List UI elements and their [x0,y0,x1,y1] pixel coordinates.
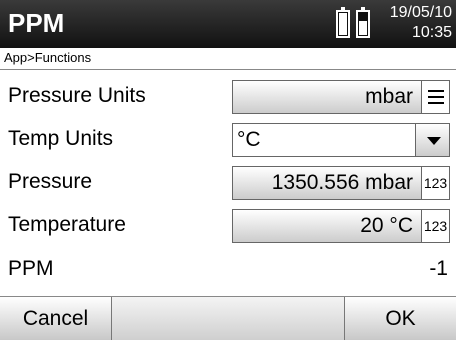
pressure-value: 1350.556 mbar [271,171,413,194]
battery-icon [336,7,350,38]
numeric-keypad-label: 123 [423,175,448,191]
temp-units-label: Temp Units [8,127,114,150]
chevron-down-icon[interactable] [415,124,449,156]
temperature-label: Temperature [8,213,126,236]
temp-units-dropdown[interactable]: °C [232,123,450,157]
temperature-value: 20 °C [360,214,413,237]
breadcrumb: App>Functions [0,48,456,70]
numeric-keypad-label: 123 [423,218,448,234]
numeric-keypad-button[interactable]: 123 [421,210,449,242]
pressure-units-field[interactable]: mbar [232,80,450,114]
temperature-field[interactable]: 20 °C 123 [232,209,450,243]
numeric-keypad-button[interactable]: 123 [421,167,449,199]
pressure-field[interactable]: 1350.556 mbar 123 [232,166,450,200]
title-bar: PPM 19/05/10 10:35 [0,0,456,48]
menu-icon[interactable] [421,81,449,113]
status-time: 10:35 [411,24,452,41]
page-title: PPM [8,8,65,38]
pressure-label: Pressure [8,170,93,193]
pressure-units-label: Pressure Units [8,84,146,107]
ppm-label: PPM [8,257,54,280]
status-date: 19/05/10 [389,4,452,21]
ok-button[interactable]: OK [344,297,456,340]
pressure-units-value: mbar [365,85,413,108]
ppm-value: -1 [429,257,448,280]
cancel-button[interactable]: Cancel [0,297,112,340]
temp-units-value: °C [237,128,261,151]
battery-icon [356,7,370,38]
footer-bar: Cancel OK [0,296,456,340]
